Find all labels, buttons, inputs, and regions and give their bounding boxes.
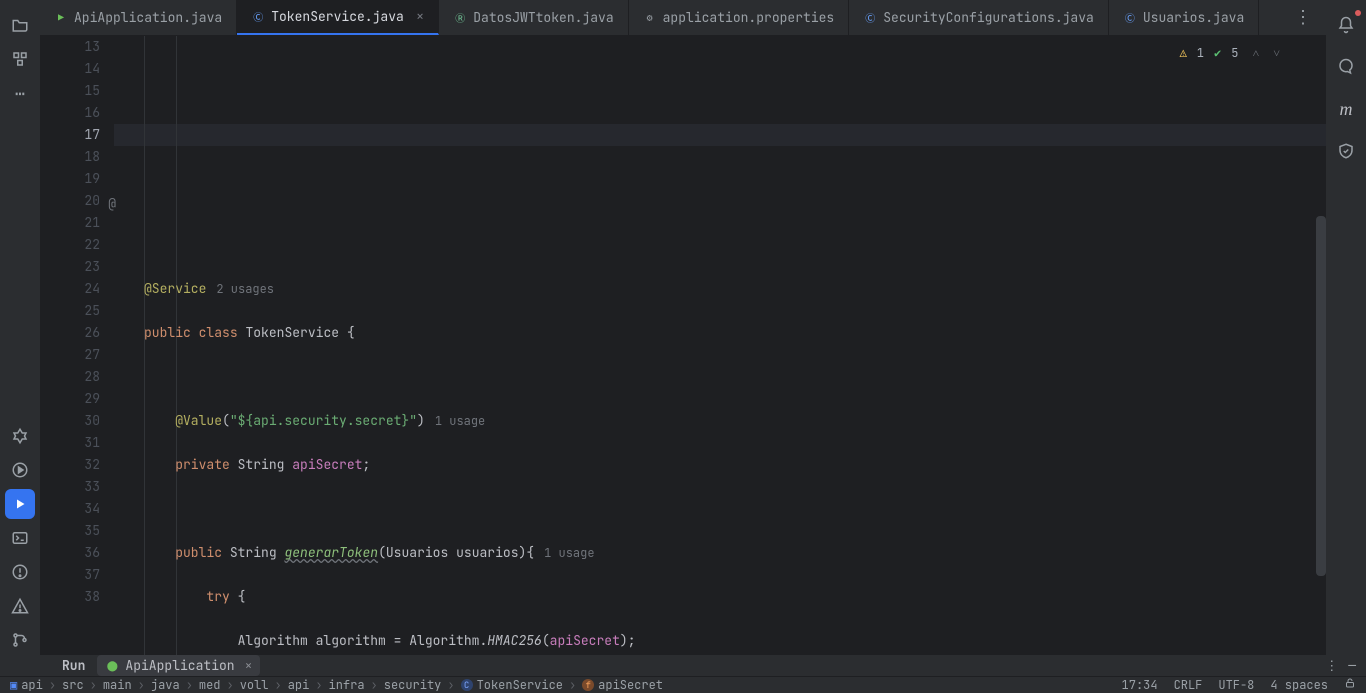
tab-label: TokenService.java — [271, 8, 404, 25]
gear-icon: ⚙ — [643, 11, 657, 25]
class-icon: Ⓒ — [863, 11, 877, 25]
more-tool-button[interactable]: ⋯ — [5, 78, 35, 108]
maven-tool-button[interactable]: m — [1331, 94, 1361, 124]
class-icon: C — [461, 679, 473, 691]
run-title: Run — [62, 657, 85, 674]
minimize-icon[interactable]: — — [1348, 657, 1356, 674]
status-time: 17:34 — [1122, 677, 1158, 693]
crumb[interactable]: security — [384, 677, 442, 693]
run-menu-icon[interactable]: ⋮ — [1325, 657, 1338, 674]
code-area[interactable]: @Service2 usages public class TokenServi… — [114, 36, 1326, 655]
tab-label: SecurityConfigurations.java — [883, 9, 1094, 26]
crumb[interactable]: voll — [240, 677, 269, 693]
problems-tool-button[interactable] — [5, 557, 35, 587]
tab-menu-icon[interactable]: ⋮ — [1294, 6, 1312, 29]
crumb[interactable]: java — [151, 677, 180, 693]
chevron-up-icon[interactable]: ˄ — [1252, 42, 1259, 64]
warnings-tool-button[interactable] — [5, 591, 35, 621]
crumb[interactable]: apiSecret — [598, 677, 663, 693]
tab-usuarios[interactable]: Ⓒ Usuarios.java — [1109, 0, 1259, 35]
tab-token-service[interactable]: Ⓒ TokenService.java × — [237, 0, 439, 35]
crumb[interactable]: infra — [329, 677, 365, 693]
class-icon: Ⓒ — [1123, 11, 1137, 25]
run-tool-button[interactable] — [5, 489, 35, 519]
left-tool-rail: ⋯ — [0, 0, 40, 655]
build-tool-button[interactable] — [5, 421, 35, 451]
structure-tool-button[interactable] — [5, 44, 35, 74]
project-tool-button[interactable] — [5, 10, 35, 40]
class-icon: Ⓒ — [251, 10, 265, 24]
vcs-tool-button[interactable] — [5, 625, 35, 655]
lock-icon[interactable] — [1344, 677, 1356, 693]
crumb[interactable]: main — [103, 677, 132, 693]
warning-icon: ⚠ — [1180, 42, 1187, 64]
module-icon: ▣ — [10, 677, 17, 693]
crumb[interactable]: api — [288, 677, 310, 693]
crumb[interactable]: med — [199, 677, 221, 693]
tab-label: Usuarios.java — [1143, 9, 1244, 26]
crumb[interactable]: TokenService — [477, 677, 563, 693]
right-tool-rail: m — [1326, 0, 1366, 655]
crumb[interactable]: src — [62, 677, 84, 693]
security-tool-button[interactable] — [1331, 136, 1361, 166]
notifications-button[interactable] — [1331, 10, 1361, 40]
current-line-highlight — [114, 124, 1326, 146]
tab-label: ApiApplication.java — [74, 9, 222, 26]
inspection-indicators[interactable]: ⚠ 1 ✔ 5 ˄ ˅ — [1180, 42, 1280, 64]
run-config-tab[interactable]: ⬤ ApiApplication × — [97, 655, 260, 676]
editor-tabs: ▶ ApiApplication.java Ⓒ TokenService.jav… — [40, 0, 1326, 36]
run-icon: ▶ — [54, 11, 68, 25]
editor-scrollbar[interactable] — [1316, 216, 1326, 576]
close-icon[interactable]: × — [416, 8, 424, 26]
crumb[interactable]: api — [21, 677, 43, 693]
close-icon[interactable]: × — [245, 657, 253, 674]
ok-icon: ✔ — [1214, 42, 1221, 64]
status-line-sep[interactable]: CRLF — [1174, 677, 1203, 693]
warn-count: 1 — [1197, 42, 1204, 64]
editor-gutter[interactable]: 13 14 15 16 17 18 19 20@ 21 22 23 24 25 … — [40, 36, 114, 655]
run-config-label: ApiApplication — [125, 657, 234, 674]
code-editor[interactable]: ⚠ 1 ✔ 5 ˄ ˅ 13 14 15 16 17 18 19 20@ 21 22… — [40, 36, 1326, 655]
record-icon: Ⓡ — [453, 11, 467, 25]
tab-label: application.properties — [663, 9, 835, 26]
tab-api-application[interactable]: ▶ ApiApplication.java — [40, 0, 237, 35]
tab-app-properties[interactable]: ⚙ application.properties — [629, 0, 850, 35]
status-indent[interactable]: 4 spaces — [1270, 677, 1328, 693]
tab-label: DatosJWTtoken.java — [473, 9, 613, 26]
ok-count: 5 — [1231, 42, 1238, 64]
run-icon: ⬤ — [105, 659, 119, 673]
field-icon: f — [582, 679, 594, 691]
status-bar: ▣ api ›src ›main ›java ›med ›voll ›api ›… — [0, 676, 1366, 693]
tab-security-config[interactable]: Ⓒ SecurityConfigurations.java — [849, 0, 1109, 35]
chevron-down-icon[interactable]: ˅ — [1273, 42, 1280, 64]
tab-datos-jwt[interactable]: Ⓡ DatosJWTtoken.java — [439, 0, 628, 35]
run-toolwindow-header: Run ⬤ ApiApplication × ⋮ — — [0, 655, 1366, 676]
services-tool-button[interactable] — [5, 455, 35, 485]
terminal-tool-button[interactable] — [5, 523, 35, 553]
ai-assistant-button[interactable] — [1331, 52, 1361, 82]
status-encoding[interactable]: UTF-8 — [1218, 677, 1254, 693]
